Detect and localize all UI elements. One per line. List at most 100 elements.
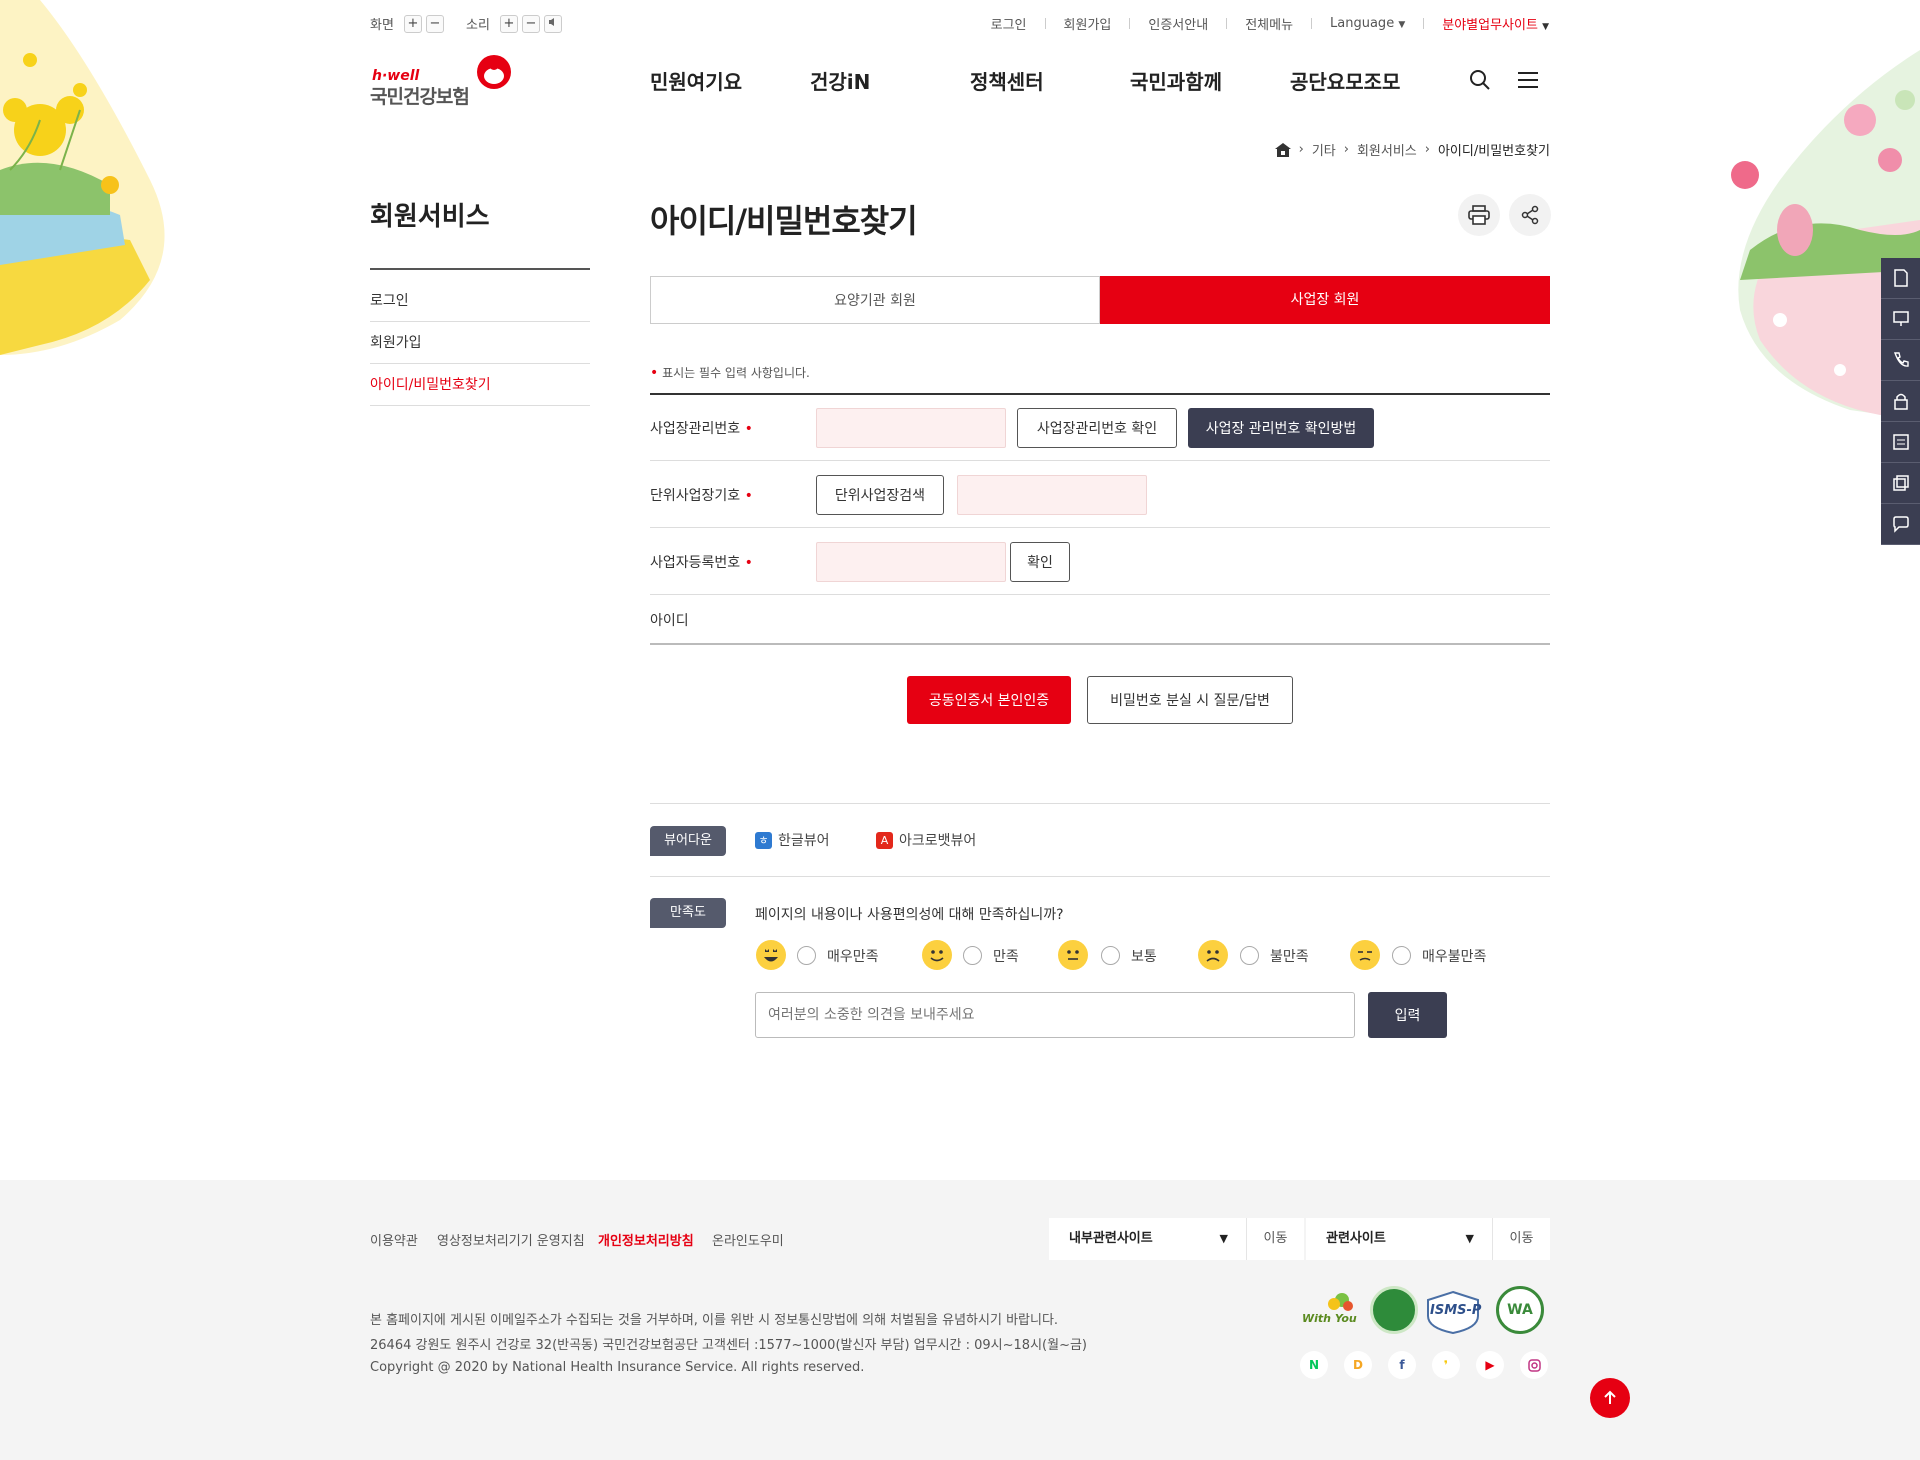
gnb-item-3[interactable]: 정책센터 [970,66,1044,95]
sound-control: 소리 + − [466,14,562,33]
quick-menu-counsel[interactable] [1881,299,1920,340]
language-label: Language [1330,16,1395,31]
zoom-in-button[interactable]: + [403,14,422,33]
quick-menu-document[interactable] [1881,258,1920,299]
viewer-top-line [650,803,1550,804]
satisfaction-label: 만족도 [650,898,726,928]
volume-up-button[interactable]: + [499,14,518,33]
footer-link-help[interactable]: 온라인도우미 [712,1230,784,1249]
decorative-flower-illustration-left [0,0,165,355]
facebook-icon[interactable]: f [1388,1351,1416,1379]
breadcrumb-level2[interactable]: 회원서비스 [1357,140,1417,159]
id-label: 아이디 [650,613,689,629]
instagram-icon[interactable] [1520,1351,1548,1379]
workplace-number-label-text: 사업장관리번호 [650,421,741,437]
survey-radio-satisfied[interactable] [963,946,982,965]
internal-sites-go-button[interactable]: 이동 [1246,1218,1304,1260]
lnb-item-login[interactable]: 로그인 [370,280,590,322]
join-link[interactable]: 회원가입 [1064,14,1112,33]
document-icon [1893,269,1908,287]
acrobat-viewer-link[interactable]: A 아크로뱃뷰어 [876,830,976,850]
workplace-number-input[interactable] [816,408,1006,448]
survey-radio-very-satisfied[interactable] [797,946,816,965]
logo[interactable]: h·well 국민건강보험 [370,54,520,108]
footer-link-terms[interactable]: 이용약관 [370,1230,418,1249]
business-reg-confirm-button[interactable]: 확인 [1010,542,1070,582]
zoom-out-button[interactable]: − [425,14,444,33]
related-sites-select[interactable]: 관련사이트 ▼ [1306,1218,1492,1260]
survey-option-label: 매우불만족 [1422,949,1487,965]
cert-guide-link[interactable]: 인증서안내 [1148,14,1208,33]
nhis-emblem-icon [477,55,511,89]
print-icon [1468,205,1490,225]
copy-icon [1892,475,1909,491]
volume-down-button[interactable]: − [521,14,540,33]
scroll-to-top-button[interactable] [1590,1378,1630,1418]
footer-address: 26464 강원도 원주시 건강로 32(반곡동) 국민건강보험공단 고객센터 … [370,1338,1087,1353]
monitor-icon [1892,311,1909,326]
internal-sites-select[interactable]: 내부관련사이트 ▼ [1049,1218,1246,1260]
survey-option-label: 불만족 [1270,949,1309,965]
quick-menu-phone[interactable] [1881,340,1920,381]
chevron-right-icon: › [1298,142,1304,157]
unit-workplace-label: 단위사업장기호 • [650,485,753,505]
caret-down-icon: ▼ [1219,1232,1228,1245]
hwp-viewer-link[interactable]: ㅎ 한글뷰어 [755,830,830,850]
print-button[interactable] [1458,194,1500,236]
unit-workplace-search-button[interactable]: 단위사업장검색 [816,475,944,515]
tab-workplace[interactable]: 사업장 회원 [1100,276,1550,324]
related-sites-go-button[interactable]: 이동 [1492,1218,1550,1260]
quick-menu-copy[interactable] [1881,463,1920,504]
youtube-icon[interactable]: ▶ [1476,1351,1504,1379]
workplace-number-howto-button[interactable]: 사업장 관리번호 확인방법 [1188,408,1374,448]
survey-radio-dissatisfied[interactable] [1240,946,1259,965]
daum-icon[interactable]: D [1344,1351,1372,1379]
very-satisfied-face-icon [756,940,786,970]
all-menu-link[interactable]: 전체메뉴 [1245,14,1293,33]
unit-workplace-input[interactable] [957,475,1147,515]
neutral-face-icon [1058,940,1088,970]
cert-auth-button[interactable]: 공동인증서 본인인증 [907,676,1071,724]
workplace-number-check-button[interactable]: 사업장관리번호 확인 [1017,408,1177,448]
footer-link-privacy[interactable]: 개인정보처리방침 [598,1230,694,1249]
naver-icon[interactable]: N [1300,1351,1328,1379]
gnb-item-4[interactable]: 국민과함께 [1130,66,1222,95]
survey-radio-very-dissatisfied[interactable] [1392,946,1411,965]
menu-icon[interactable] [1518,70,1540,90]
page-title: 아이디/비밀번호찾기 [650,202,918,240]
field-sites-dropdown[interactable]: 분야별업무사이트 ▼ [1442,14,1549,33]
required-note: • 표시는 필수 입력 사항입니다. [650,364,810,381]
footer-link-cctv[interactable]: 영상정보처리기기 운영지침 [437,1230,585,1249]
login-link[interactable]: 로그인 [991,14,1027,33]
gnb-item-2[interactable]: 건강iN [810,66,870,95]
gnb-item-5[interactable]: 공단요모조모 [1290,66,1400,95]
kakao-story-icon[interactable]: ❜ [1432,1351,1460,1379]
quick-menu-chat[interactable] [1881,504,1920,545]
business-reg-label: 사업자등록번호 • [650,552,753,572]
share-button[interactable] [1509,194,1551,236]
required-mark: • [744,488,753,504]
opinion-input[interactable] [755,992,1355,1038]
lnb-item-join[interactable]: 회원가입 [370,322,590,364]
gnb-item-1[interactable]: 민원여기요 [650,66,742,95]
web-accessibility-cert-logo: WA [1496,1286,1544,1334]
logo-name: 국민건강보험 [370,86,470,108]
tab-medical-institution[interactable]: 요양기관 회원 [650,276,1100,324]
password-qa-button[interactable]: 비밀번호 분실 시 질문/답변 [1087,676,1293,724]
opinion-submit-button[interactable]: 입력 [1368,992,1447,1038]
lnb-item-find-id-pw[interactable]: 아이디/비밀번호찾기 [370,364,590,406]
speaker-icon[interactable] [543,14,562,33]
isms-p-cert-logo: ISMS-P [1424,1290,1482,1335]
breadcrumb-level1[interactable]: 기타 [1312,140,1336,159]
business-reg-input[interactable] [816,542,1006,582]
language-dropdown[interactable]: Language ▼ [1330,16,1405,31]
survey-option-label: 만족 [993,949,1019,965]
dissatisfied-face-icon [1198,940,1228,970]
search-icon[interactable] [1468,68,1492,92]
quick-menu-list[interactable] [1881,422,1920,463]
top-links: 로그인 회원가입 인증서안내 전체메뉴 Language ▼ 분야별업무사이트 … [991,14,1549,33]
quick-menu-lock[interactable] [1881,381,1920,422]
arrow-up-icon [1604,1390,1616,1404]
home-icon[interactable] [1274,142,1291,157]
survey-radio-neutral[interactable] [1101,946,1120,965]
